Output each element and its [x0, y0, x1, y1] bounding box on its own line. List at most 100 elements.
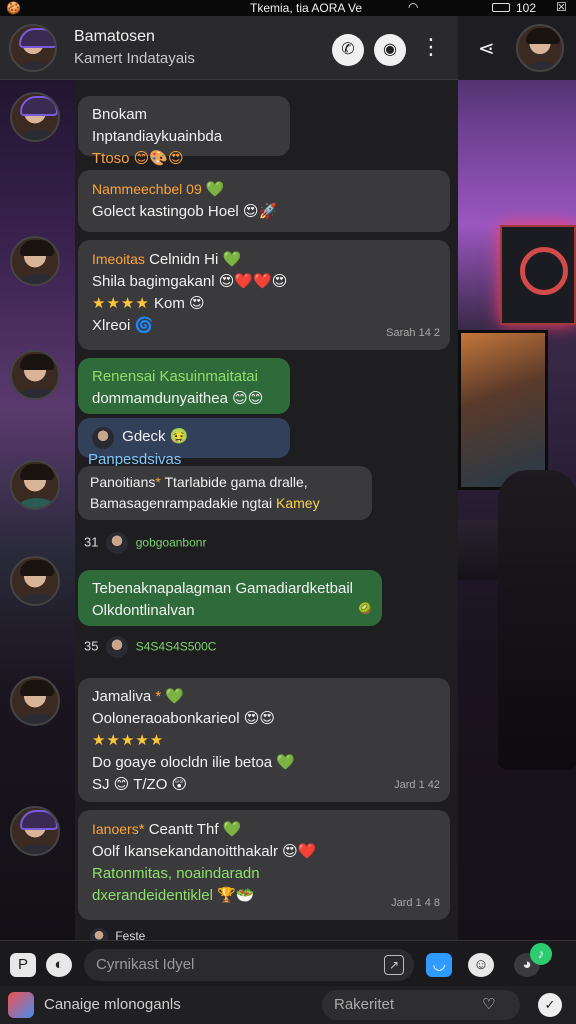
- message-timestamp: Sarah 14 2: [386, 327, 440, 339]
- message-text: Xlreoi 🌀: [92, 317, 154, 334]
- message-text: Panoitians: [90, 474, 156, 490]
- camera-icon[interactable]: ◡: [426, 953, 452, 977]
- message-text: Do goaye olocldn ilie betoa 💚: [92, 754, 295, 771]
- message-text: dxerandeidentiklel 🏆🥗: [92, 887, 255, 904]
- crown-text: Kamey: [276, 495, 320, 511]
- asterisk: *: [155, 688, 162, 705]
- app-p-icon[interactable]: P: [10, 953, 36, 977]
- monitor-image: [458, 330, 548, 490]
- message-text: Tebenaknapalagman Gamadiardketbail: [92, 580, 354, 597]
- message-bubble-blue[interactable]: Gdeck 🤢 Panpesdsivas: [78, 418, 290, 468]
- message-text: Ooloneraoabonkarieol 😍😍: [92, 710, 276, 727]
- chat-screen: 🍪 Tkemia, tia AORA Ve ◠ 102 ☒ Bamatosen …: [0, 0, 576, 1024]
- chat-header: Bamatosen Kamert Indatayais ✆ ◉ ⋮: [0, 16, 458, 80]
- app-icon[interactable]: [8, 992, 34, 1018]
- mini-avatar: [106, 532, 129, 554]
- sender-avatar[interactable]: [10, 556, 60, 606]
- message-bubble[interactable]: Bnokam Inptandiaykuainbda Ttoso 😊🎨😍: [78, 96, 290, 167]
- message-text: Oolf Ikansekandanoitthakalr 😍❤️: [92, 843, 317, 860]
- meta-text: gobgoanbonr: [135, 535, 207, 550]
- message-bubble[interactable]: Jamaliva * 💚 Ooloneraoabonkarieol 😍😍 ★★★…: [78, 678, 450, 802]
- chat-subtitle: Kamert Indatayais: [74, 50, 195, 67]
- sender-name-tail: Ceantt Thf: [148, 821, 219, 838]
- message-text: Shila bagimgakanl 😍❤️❤️😍: [92, 273, 288, 290]
- wifi-icon: ◠: [408, 0, 419, 14]
- message-meta: 35 S4S4S4S500C: [84, 636, 216, 658]
- message-bubble[interactable]: Nammeechbel 09 💚 Golect kastingob Hoel 😍…: [78, 170, 450, 232]
- pc-case-image: [500, 225, 576, 325]
- phone-icon[interactable]: ✆: [332, 34, 364, 66]
- sender-name: Gdeck: [122, 428, 166, 445]
- message-text: Olkdontlinalvan: [92, 602, 195, 619]
- status-bar: 🍪 Tkemia, tia AORA Ve ◠ 102 ☒: [0, 0, 576, 16]
- sender-avatar[interactable]: [10, 460, 60, 510]
- heart-icon[interactable]: ♡: [482, 995, 495, 1013]
- status-carrier-text: Tkemia, tia AORA Ve: [250, 1, 363, 15]
- heart-emoji-icon: 💚: [222, 821, 242, 838]
- meta-count: 31: [84, 534, 99, 550]
- chat-title[interactable]: Bamatosen: [74, 28, 155, 46]
- sender-name: Nammeechbel 09: [92, 181, 202, 197]
- meta-count: 35: [84, 638, 99, 654]
- status-x-icon: ☒: [556, 0, 567, 14]
- background-gaming-room: [458, 0, 576, 1024]
- status-notification-icon: 🍪: [6, 1, 21, 15]
- message-bubble[interactable]: Ianoers* Ceantt Thf 💚 Oolf Ikansekandano…: [78, 810, 450, 920]
- sender-avatar[interactable]: [10, 676, 60, 726]
- heart-emoji-icon: 💚: [205, 181, 225, 198]
- message-text: SJ 😊 T/ZO 😲: [92, 776, 188, 793]
- asterisk: *: [138, 821, 145, 838]
- battery-icon: [492, 3, 510, 12]
- profile-avatar[interactable]: [516, 24, 564, 72]
- side-header: ⋖: [458, 16, 576, 80]
- share-icon[interactable]: ⋖: [478, 36, 495, 61]
- rating-text: Kom 😍: [153, 295, 205, 312]
- sender-avatar[interactable]: [10, 806, 60, 856]
- sender-name: Jamaliva: [92, 688, 152, 705]
- message-input-placeholder: Cyrnikast Idyel: [96, 956, 195, 973]
- sender-avatar[interactable]: [10, 236, 60, 286]
- contact-avatar[interactable]: [9, 24, 57, 72]
- sender-avatar[interactable]: [10, 350, 60, 400]
- message-input-bar: P ◐ Cyrnikast Idyel ↗ ◡ ☺ ◕ ♪: [0, 940, 576, 986]
- meta-text: S4S4S4S500C: [135, 639, 217, 654]
- chair-image: [498, 470, 576, 770]
- message-text: Ttoso 😊🎨😍: [92, 150, 184, 167]
- attach-icon[interactable]: ↗: [384, 955, 404, 975]
- check-icon[interactable]: ✓: [538, 993, 562, 1017]
- message-bubble[interactable]: Panoitians* Ttarlabide gama dralle, Bama…: [78, 466, 372, 520]
- notification-badge: ♪: [530, 943, 552, 965]
- mini-avatar: [106, 636, 129, 658]
- heart-emoji-icon: 💚: [165, 688, 185, 705]
- status-time: 102: [516, 1, 537, 15]
- bottom-bar: Canaige mlonoganls Rakeritet ♡ ✓: [0, 986, 576, 1024]
- message-input[interactable]: Cyrnikast Idyel ↗: [84, 949, 414, 981]
- message-text: Bnokam Inptandiaykuainbda: [92, 106, 223, 145]
- rating-stars: ★★★★: [92, 295, 150, 312]
- message-bubble[interactable]: Imeoitas Celnidn Hi 💚 Shila bagimgakanl …: [78, 240, 450, 350]
- message-bubble-green[interactable]: Renensai Kasuinmaitatai dommamdunyaithea…: [78, 358, 290, 414]
- rating-stars: ★★★★★: [92, 732, 165, 749]
- message-timestamp: Jard 1 42: [394, 779, 440, 791]
- sender-name: Ianoers: [92, 821, 139, 837]
- sender-name: Imeoitas: [92, 251, 145, 267]
- more-icon[interactable]: ⋮: [420, 36, 442, 58]
- message-text: Bamasagenrampadakie ngtai: [90, 495, 273, 511]
- sender-avatar[interactable]: [10, 92, 60, 142]
- video-icon[interactable]: ◉: [374, 34, 406, 66]
- app-chat-icon[interactable]: ◐: [46, 953, 72, 977]
- message-timestamp: Jard 1 4 8: [391, 897, 440, 909]
- message-meta: 31 gobgoanbonr: [84, 532, 206, 554]
- message-text: Renensai Kasuinmaitatai: [92, 368, 258, 385]
- mini-avatar: [88, 426, 118, 449]
- bottom-app-label[interactable]: Canaige mlonoganls: [44, 996, 181, 1013]
- read-receipt-icon: 🥝: [358, 603, 372, 615]
- message-bubble-green[interactable]: Tebenaknapalagman Gamadiardketbail Olkdo…: [78, 570, 382, 626]
- heart-emoji-icon: 💚: [222, 251, 242, 268]
- message-text: Ttarlabide gama dralle,: [164, 474, 308, 490]
- emoji-icon[interactable]: ☺: [468, 953, 494, 977]
- asterisk: *: [155, 474, 161, 490]
- sender-name-tail: Celnidn Hi: [149, 251, 219, 268]
- message-text: Ratonmitas, noaindaradn: [92, 865, 260, 882]
- message-text: Golect kastingob Hoel 😍🚀: [92, 203, 278, 220]
